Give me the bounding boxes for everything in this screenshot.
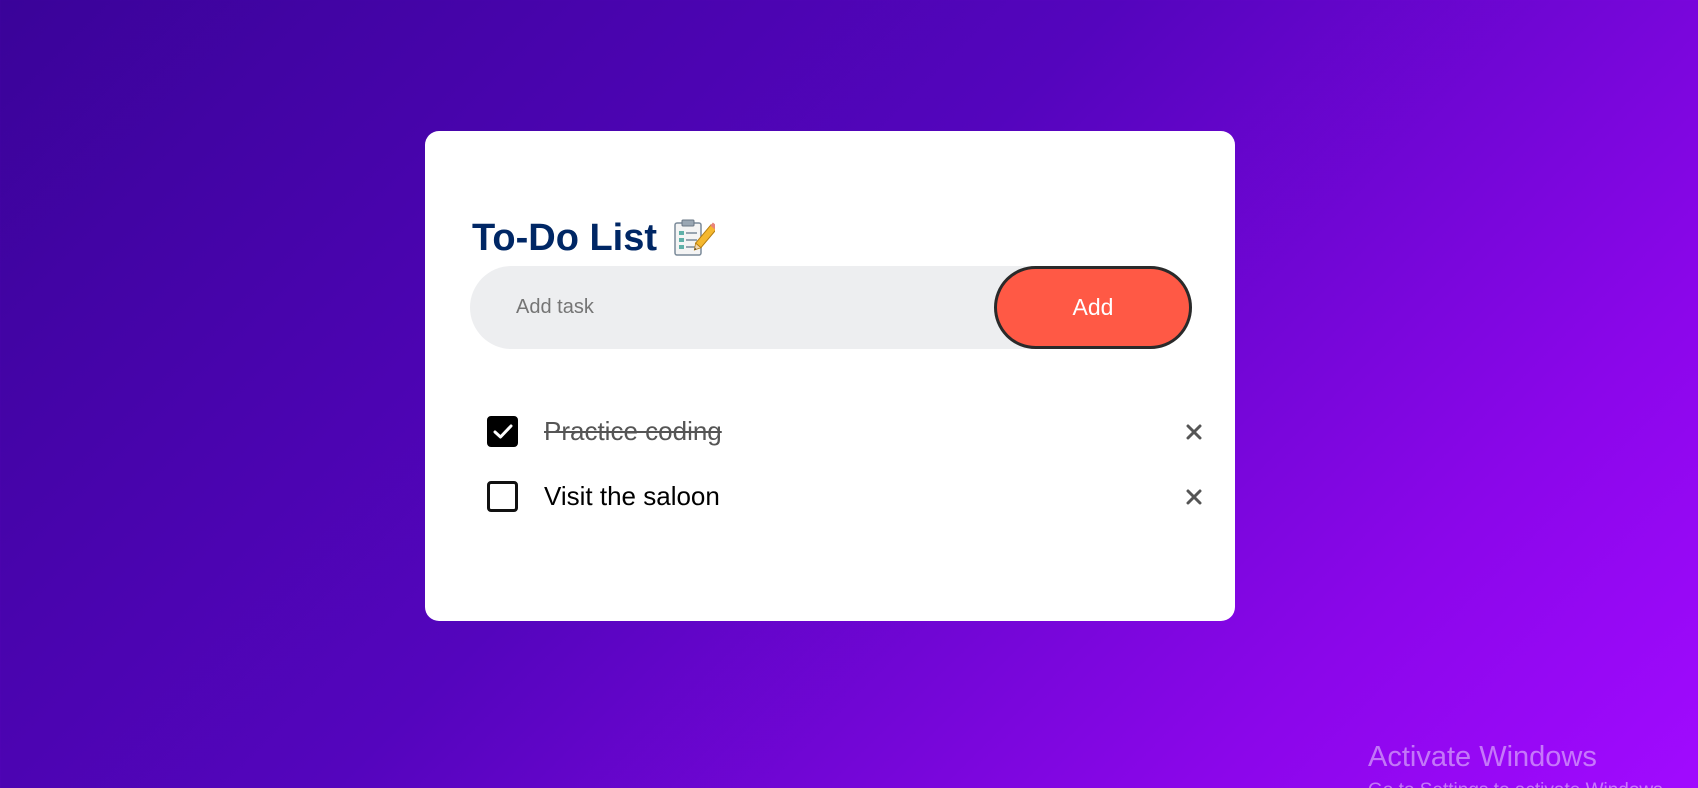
memo-checklist-icon [673, 219, 719, 257]
page-title: To-Do List [472, 217, 658, 259]
add-task-bar: Add [470, 265, 1192, 350]
task-checkbox[interactable] [487, 481, 518, 512]
close-icon [1186, 424, 1202, 439]
task-item[interactable]: Visit the saloon [487, 464, 1207, 529]
task-label: Practice coding [544, 416, 722, 446]
task-checkbox-checked[interactable] [487, 416, 518, 447]
todo-card: To-Do List Add task Add Practice coding … [425, 131, 1235, 621]
task-label: Visit the saloon [544, 481, 720, 511]
activate-windows-subtitle: Go to Settings to activate Windows. [1368, 780, 1668, 788]
page-background: { "app": { "title": "To-Do List", "title… [0, 0, 1698, 788]
task-item[interactable]: Practice coding [487, 399, 1207, 464]
title-row: To-Do List [472, 217, 719, 259]
activate-windows-watermark: Activate Windows [1368, 741, 1597, 773]
delete-task-button[interactable] [1179, 417, 1209, 447]
task-list: Practice coding Visit the saloon [487, 399, 1207, 529]
close-icon [1186, 489, 1202, 504]
add-button[interactable]: Add [994, 266, 1192, 349]
delete-task-button[interactable] [1179, 482, 1209, 512]
checkmark-icon [493, 424, 512, 438]
